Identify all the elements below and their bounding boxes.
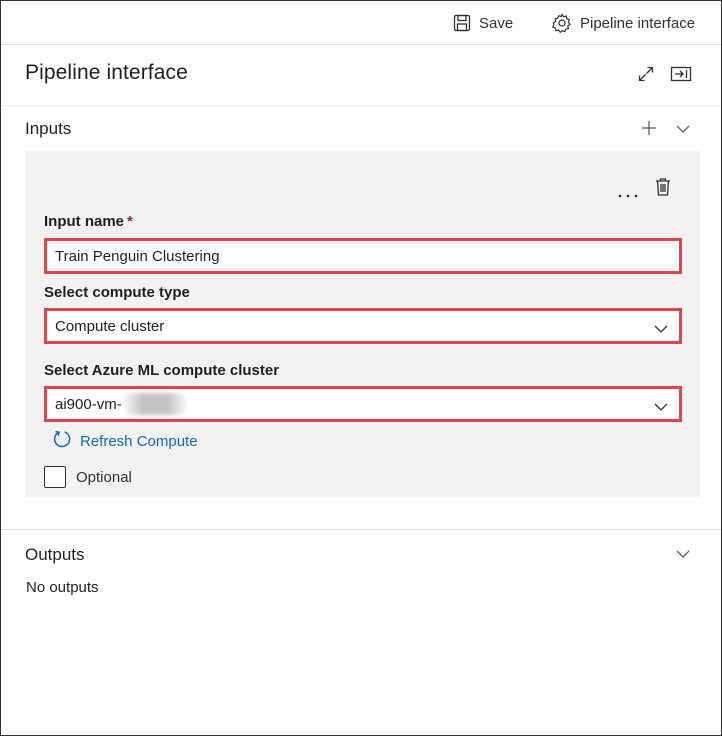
delete-icon[interactable] bbox=[655, 177, 671, 202]
compute-cluster-dropdown[interactable]: ai900-vm- bbox=[44, 386, 682, 422]
input-name-value: Train Penguin Clustering bbox=[55, 247, 220, 265]
optional-label: Optional bbox=[76, 468, 132, 486]
dock-panel-icon[interactable] bbox=[670, 65, 692, 88]
input-name-label-text: Input name bbox=[44, 213, 125, 230]
chevron-down-icon[interactable] bbox=[675, 122, 691, 140]
gear-icon bbox=[552, 13, 572, 33]
chevron-down-icon bbox=[653, 321, 669, 338]
redacted-text bbox=[123, 393, 186, 415]
panel-title: Pipeline interface bbox=[25, 61, 188, 84]
input-name-field[interactable]: Train Penguin Clustering bbox=[44, 238, 682, 274]
compute-cluster-label: Select Azure ML compute cluster bbox=[44, 362, 280, 379]
refresh-compute-link[interactable]: Refresh Compute bbox=[52, 429, 198, 453]
compute-cluster-value: ai900-vm- bbox=[55, 395, 122, 413]
no-outputs-text: No outputs bbox=[26, 579, 99, 596]
save-icon bbox=[453, 14, 471, 32]
more-icon[interactable] bbox=[618, 185, 638, 203]
optional-option: Optional bbox=[44, 466, 132, 488]
pipeline-interface-panel: Save Pipeline interface Pipeline interfa… bbox=[0, 0, 722, 736]
refresh-icon bbox=[52, 429, 72, 453]
compute-type-dropdown[interactable]: Compute cluster bbox=[44, 308, 682, 344]
optional-checkbox[interactable] bbox=[44, 466, 66, 488]
inputs-section-title: Inputs bbox=[25, 119, 72, 138]
compute-type-value: Compute cluster bbox=[55, 317, 165, 335]
expand-icon[interactable] bbox=[637, 65, 655, 88]
save-label: Save bbox=[479, 14, 514, 32]
chevron-down-icon bbox=[653, 399, 669, 416]
add-icon[interactable] bbox=[640, 119, 658, 142]
save-button[interactable]: Save bbox=[453, 1, 513, 45]
refresh-compute-label: Refresh Compute bbox=[80, 432, 198, 450]
header-divider bbox=[1, 105, 721, 106]
input-name-label: Input name * bbox=[44, 213, 133, 230]
outputs-section-title: Outputs bbox=[25, 545, 85, 564]
chevron-down-icon[interactable] bbox=[675, 547, 691, 565]
command-bar: Save Pipeline interface bbox=[1, 1, 721, 45]
pipeline-interface-label: Pipeline interface bbox=[580, 14, 696, 32]
compute-type-label: Select compute type bbox=[44, 284, 190, 301]
section-divider bbox=[1, 529, 721, 530]
pipeline-interface-button[interactable]: Pipeline interface bbox=[552, 1, 695, 45]
required-marker: * bbox=[127, 213, 133, 230]
